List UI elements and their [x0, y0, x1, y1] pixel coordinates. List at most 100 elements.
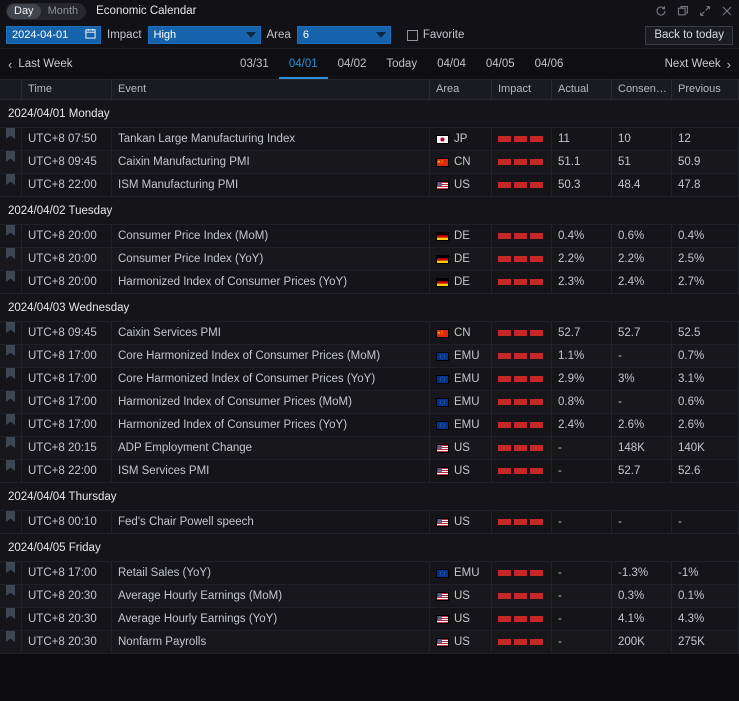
cell-area: EMU — [430, 368, 492, 391]
bookmark-toggle[interactable] — [0, 631, 22, 654]
bookmark-toggle[interactable] — [0, 608, 22, 631]
table-row[interactable]: UTC+8 20:00Consumer Price Index (YoY)DE2… — [0, 248, 739, 271]
bookmark-toggle[interactable] — [0, 128, 22, 151]
cell-consensus: 10 — [612, 128, 672, 151]
last-week-button[interactable]: ‹ Last Week — [8, 58, 72, 71]
area-select[interactable]: 6 — [297, 26, 391, 44]
day-group-header: 2024/04/03 Wednesday — [0, 294, 739, 322]
bookmark-toggle[interactable] — [0, 368, 22, 391]
table-row[interactable]: UTC+8 07:50Tankan Large Manufacturing In… — [0, 128, 739, 151]
close-icon[interactable] — [721, 5, 733, 17]
table-row[interactable]: UTC+8 20:30Nonfarm PayrollsUS-200K275K — [0, 631, 739, 654]
bookmark-toggle[interactable] — [0, 271, 22, 294]
cell-actual: - — [552, 511, 612, 534]
table-row[interactable]: UTC+8 22:00ISM Manufacturing PMIUS50.348… — [0, 174, 739, 197]
table-row[interactable]: UTC+8 17:00Core Harmonized Index of Cons… — [0, 368, 739, 391]
cell-area: US — [430, 174, 492, 197]
day-tab[interactable]: 04/01 — [279, 50, 328, 79]
favorite-checkbox[interactable] — [407, 30, 418, 41]
favorite-filter[interactable]: Favorite — [407, 29, 465, 41]
bookmark-icon — [0, 608, 21, 619]
cell-area: US — [430, 437, 492, 460]
table-row[interactable]: UTC+8 20:30Average Hourly Earnings (YoY)… — [0, 608, 739, 631]
bookmark-icon — [0, 511, 21, 522]
table-row[interactable]: UTC+8 20:00Consumer Price Index (MoM)DE0… — [0, 225, 739, 248]
flag-icon-jp — [436, 135, 449, 144]
table-row[interactable]: UTC+8 22:00ISM Services PMIUS-52.752.6 — [0, 460, 739, 483]
bookmark-toggle[interactable] — [0, 460, 22, 483]
view-mode-month[interactable]: Month — [41, 4, 86, 19]
table-row[interactable]: UTC+8 20:15ADP Employment ChangeUS-148K1… — [0, 437, 739, 460]
cell-impact — [492, 460, 552, 483]
day-tab[interactable]: 04/04 — [427, 50, 476, 79]
cell-event: Fed's Chair Powell speech — [112, 511, 430, 534]
cell-area: EMU — [430, 414, 492, 437]
day-tab[interactable]: 03/31 — [230, 50, 279, 79]
bookmark-toggle[interactable] — [0, 345, 22, 368]
table-row[interactable]: UTC+8 17:00Harmonized Index of Consumer … — [0, 391, 739, 414]
cell-consensus: 148K — [612, 437, 672, 460]
cell-area: DE — [430, 248, 492, 271]
expand-icon[interactable] — [699, 5, 711, 17]
chevron-left-icon: ‹ — [8, 58, 12, 71]
table-row[interactable]: UTC+8 20:30Average Hourly Earnings (MoM)… — [0, 585, 739, 608]
cell-event: Nonfarm Payrolls — [112, 631, 430, 654]
day-tab[interactable]: Today — [376, 50, 427, 79]
table-row[interactable]: UTC+8 17:00Core Harmonized Index of Cons… — [0, 345, 739, 368]
bookmark-toggle[interactable] — [0, 151, 22, 174]
cell-impact — [492, 225, 552, 248]
flag-icon-emu — [436, 569, 449, 578]
table-row[interactable]: UTC+8 09:45Caixin Manufacturing PMICN51.… — [0, 151, 739, 174]
table-row[interactable]: UTC+8 17:00Retail Sales (YoY)EMU--1.3%-1… — [0, 562, 739, 585]
next-week-label: Next Week — [665, 58, 721, 70]
table-row[interactable]: UTC+8 17:00Harmonized Index of Consumer … — [0, 414, 739, 437]
impact-select[interactable]: High — [148, 26, 261, 44]
bookmark-toggle[interactable] — [0, 585, 22, 608]
view-mode-toggle[interactable]: Day Month — [6, 3, 86, 20]
bookmark-toggle[interactable] — [0, 511, 22, 534]
impact-bars — [498, 511, 551, 534]
bookmark-toggle[interactable] — [0, 322, 22, 345]
date-input[interactable]: 2024-04-01 — [6, 26, 101, 44]
table-row[interactable]: UTC+8 09:45Caixin Services PMICN52.752.7… — [0, 322, 739, 345]
flag-icon-emu — [436, 352, 449, 361]
cell-time: UTC+8 20:30 — [22, 585, 112, 608]
cell-time: UTC+8 00:10 — [22, 511, 112, 534]
filter-bar: 2024-04-01 Impact High Area 6 Favorite B… — [0, 22, 739, 49]
view-mode-day[interactable]: Day — [7, 4, 41, 19]
cell-actual: 0.4% — [552, 225, 612, 248]
flag-icon-de — [436, 278, 449, 287]
bookmark-icon — [0, 368, 21, 379]
area-code: US — [454, 511, 470, 534]
calendar-icon[interactable] — [85, 28, 96, 42]
area-code: US — [454, 608, 470, 631]
area-code: US — [454, 631, 470, 654]
impact-bars — [498, 128, 551, 151]
impact-bars — [498, 562, 551, 585]
next-week-button[interactable]: Next Week › — [665, 58, 731, 71]
day-tab[interactable]: 04/02 — [328, 50, 377, 79]
area-code: EMU — [454, 562, 480, 585]
bookmark-toggle[interactable] — [0, 225, 22, 248]
restore-icon[interactable] — [677, 5, 689, 17]
bookmark-toggle[interactable] — [0, 391, 22, 414]
bookmark-toggle[interactable] — [0, 437, 22, 460]
area-code: US — [454, 174, 470, 197]
cell-time: UTC+8 22:00 — [22, 460, 112, 483]
flag-icon-us — [436, 592, 449, 601]
flag-icon-us — [436, 444, 449, 453]
bookmark-toggle[interactable] — [0, 174, 22, 197]
cell-actual: - — [552, 562, 612, 585]
day-tab[interactable]: 04/05 — [476, 50, 525, 79]
day-tab[interactable]: 04/06 — [525, 50, 574, 79]
table-row[interactable]: UTC+8 00:10Fed's Chair Powell speechUS--… — [0, 511, 739, 534]
bookmark-toggle[interactable] — [0, 562, 22, 585]
back-to-today-button[interactable]: Back to today — [645, 26, 733, 45]
refresh-icon[interactable] — [655, 5, 667, 17]
bookmark-toggle[interactable] — [0, 248, 22, 271]
bookmark-toggle[interactable] — [0, 414, 22, 437]
bookmark-icon — [0, 391, 21, 402]
table-row[interactable]: UTC+8 20:00Harmonized Index of Consumer … — [0, 271, 739, 294]
area-code: EMU — [454, 391, 480, 414]
page-title: Economic Calendar — [96, 5, 196, 17]
